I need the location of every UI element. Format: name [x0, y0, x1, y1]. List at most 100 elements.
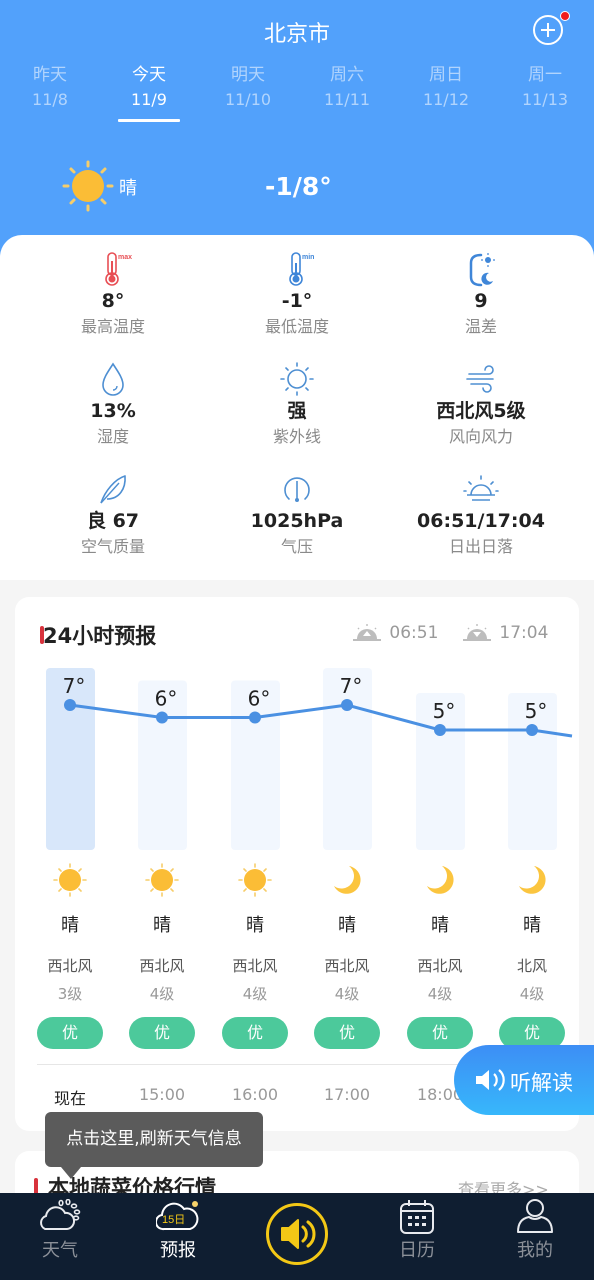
hour-time: 16:00 — [231, 1085, 279, 1104]
hour-wind-level: 4级 — [242, 985, 268, 1003]
current-condition: 晴 — [119, 178, 137, 199]
hour-condition: 晴 — [246, 915, 264, 936]
day-name: 明天 — [231, 65, 265, 85]
sun-icon — [52, 862, 88, 898]
sunset-icon — [463, 624, 491, 641]
temp-label: 6° — [155, 687, 178, 711]
humidity-drop-icon — [102, 362, 124, 396]
hour-wind-level: 4级 — [519, 985, 545, 1003]
speaker-icon — [281, 1219, 316, 1249]
detail-label: 最低温度 — [264, 317, 329, 336]
detail-value: 良 67 — [86, 510, 140, 532]
temp-point — [526, 724, 538, 736]
day-tabs: 昨天 11/8 今天 11/9 明天 11/10 周六 11/11 周日 11/12 周一… — [0, 63, 594, 125]
temp-point — [341, 699, 353, 711]
detail-value: 西北风5级 — [436, 400, 526, 422]
forecast-15day-icon: 15日 — [156, 1201, 199, 1231]
tab-label: 我的 — [517, 1240, 553, 1261]
uv-sun-icon — [280, 362, 314, 396]
tab-calendar[interactable]: 日历 — [392, 1193, 492, 1280]
hour-wind-level: 4级 — [334, 985, 360, 1003]
tab-label: 天气 — [42, 1240, 78, 1261]
sun-icon — [237, 862, 273, 898]
detail-value: 8° — [101, 290, 125, 312]
tab-day-mon[interactable]: 周一 11/13 — [505, 63, 585, 113]
detail-air-quality: 良 67 空气质量 — [14, 471, 212, 559]
center-speaker-button[interactable] — [266, 1203, 328, 1265]
listen-label: 听解读 — [510, 1071, 573, 1095]
detail-label: 最高温度 — [80, 317, 145, 336]
hour-wind-direction: 西北风 — [417, 957, 463, 975]
moon-icon — [422, 862, 458, 898]
refresh-tooltip[interactable]: 点击这里,刷新天气信息 — [45, 1112, 263, 1179]
temp-label: 5° — [433, 699, 456, 723]
hour-time: 15:00 — [138, 1085, 186, 1104]
detail-min-temp: min -1° 最低温度 — [198, 251, 396, 339]
day-date: 11/12 — [422, 90, 470, 109]
detail-label: 紫外线 — [272, 427, 321, 446]
pressure-gauge-icon — [284, 477, 310, 502]
detail-wind: 西北风5级 风向风力 — [382, 361, 580, 449]
tab-weather[interactable]: 天气 — [10, 1193, 110, 1280]
aqi-badge: 优 — [129, 1017, 195, 1049]
badge-text: 15日 — [162, 1214, 185, 1226]
temp-point — [64, 699, 76, 711]
day-date: 11/13 — [521, 90, 569, 109]
day-name: 今天 — [132, 65, 166, 85]
temp-diff-icon — [469, 253, 495, 287]
tab-profile[interactable]: 我的 — [485, 1193, 585, 1280]
tab-day-today[interactable]: 今天 11/9 — [109, 63, 189, 122]
day-name: 周一 — [528, 65, 562, 85]
notification-dot — [560, 11, 570, 21]
hour-wind-direction: 西北风 — [47, 957, 93, 975]
tab-forecast[interactable]: 15日 预报 — [128, 1193, 228, 1280]
sunset-value: 17:04 — [499, 623, 549, 643]
current-temp-range: -1/8° — [265, 172, 332, 201]
hour-condition: 晴 — [153, 915, 171, 936]
hour-time: 17:00 — [323, 1085, 371, 1104]
sunset-time: 17:04 — [460, 623, 548, 647]
sunrise-icon — [463, 475, 499, 501]
sunrise-time: 06:51 — [350, 623, 438, 647]
thermometer-max-icon: max — [105, 252, 132, 286]
day-name: 周六 — [330, 65, 364, 85]
tab-day-sun[interactable]: 周日 11/12 — [406, 63, 486, 113]
hour-wind-level: 3级 — [57, 985, 83, 1003]
detail-max-temp: max 8° 最高温度 — [14, 251, 212, 339]
tab-day-sat[interactable]: 周六 11/11 — [307, 63, 387, 113]
aqi-badge: 优 — [37, 1017, 103, 1049]
detail-label: 风向风力 — [448, 427, 513, 446]
moon-icon — [514, 862, 550, 898]
hourly-temp-chart: 7° 6° 6° 7° 5° 5° — [46, 668, 573, 850]
speaker-icon — [476, 1069, 505, 1091]
city-title[interactable]: 北京市 — [0, 16, 594, 48]
hour-condition: 晴 — [61, 915, 79, 936]
hour-wind-direction: 西北风 — [324, 957, 370, 975]
sunrise-value: 06:51 — [389, 623, 439, 643]
temp-point — [434, 724, 446, 736]
tab-day-tomorrow[interactable]: 明天 11/10 — [208, 63, 288, 113]
detail-label: 日出日落 — [448, 537, 513, 556]
hour-wind-direction: 西北风 — [232, 957, 278, 975]
day-date: 11/9 — [131, 90, 167, 109]
day-name: 昨天 — [33, 65, 67, 85]
details-panel: max 8° 最高温度 min -1° 最低温度 9 温差 13% 湿度 强 紫… — [0, 235, 594, 580]
day-date: 11/11 — [323, 90, 371, 109]
detail-label: 空气质量 — [80, 537, 145, 556]
temp-label: 7° — [340, 674, 363, 698]
detail-value: 强 — [287, 400, 307, 422]
temp-label: 5° — [525, 699, 548, 723]
plus-circle-icon[interactable] — [533, 15, 563, 45]
sunrise-icon — [353, 624, 381, 641]
detail-value: -1° — [281, 290, 313, 312]
listen-button[interactable]: 听解读 — [454, 1045, 594, 1115]
temp-point — [156, 711, 168, 724]
tab-day-yesterday[interactable]: 昨天 11/8 — [10, 63, 90, 113]
wind-icon — [466, 365, 494, 393]
sun-icon — [144, 862, 180, 898]
detail-sunrise-sunset: 06:51/17:04 日出日落 — [382, 471, 580, 559]
leaf-icon — [100, 475, 126, 504]
aqi-badge: 优 — [314, 1017, 380, 1049]
hour-wind-level: 4级 — [427, 985, 453, 1003]
day-name: 周日 — [429, 65, 463, 85]
